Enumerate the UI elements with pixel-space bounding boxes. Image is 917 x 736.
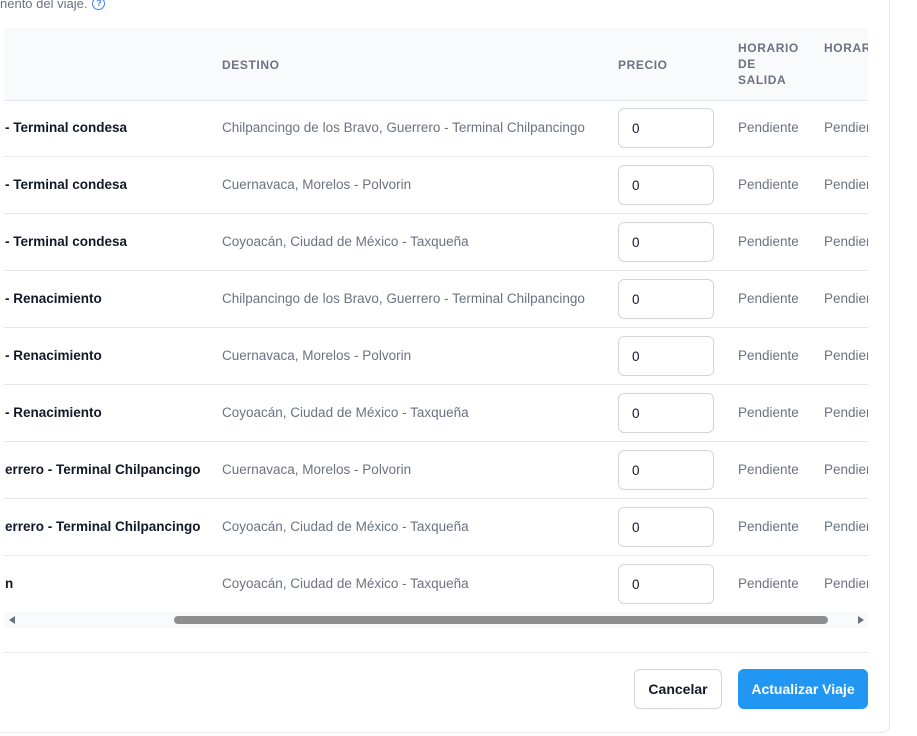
departure-time-cell: Pendiente — [738, 576, 799, 591]
table-row: - Terminal condesa Coyoacán, Ciudad de M… — [4, 214, 868, 271]
table-row: - Renacimiento Coyoacán, Ciudad de Méxic… — [4, 385, 868, 442]
origin-cell: - Renacimiento — [5, 291, 102, 306]
column-header-horario-llegada: HORARIO DE LLEGADA — [824, 41, 868, 55]
arrival-time-cell: Pendiente — [824, 519, 868, 534]
price-input[interactable] — [618, 165, 714, 205]
destination-cell: Coyoacán, Ciudad de México - Taxqueña — [222, 405, 469, 420]
price-input[interactable] — [618, 279, 714, 319]
arrival-time-cell: Pendiente — [824, 177, 868, 192]
table-row: - Terminal condesa Cuernavaca, Morelos -… — [4, 157, 868, 214]
column-header-precio: PRECIO — [618, 58, 668, 72]
origin-cell: - Terminal condesa — [5, 177, 128, 192]
price-input[interactable] — [618, 336, 714, 376]
origin-cell: - Terminal condesa — [5, 120, 128, 135]
origin-cell: - Renacimiento — [5, 348, 102, 363]
horizontal-scrollbar[interactable] — [4, 612, 868, 628]
price-input[interactable] — [618, 564, 714, 604]
arrival-time-cell: Pendiente — [824, 348, 868, 363]
hint-label: nento del viaje. — [0, 0, 88, 11]
table-row: - Renacimiento Chilpancingo de los Bravo… — [4, 271, 868, 328]
table-row: errero - Terminal Chilpancingo Cuernavac… — [4, 442, 868, 499]
scroll-right-arrow-icon[interactable] — [858, 616, 864, 624]
destination-cell: Chilpancingo de los Bravo, Guerrero - Te… — [222, 291, 585, 306]
routes-table: DESTINO PRECIO HORARIO DE SALIDA HORARIO… — [4, 28, 868, 612]
price-input[interactable] — [618, 507, 714, 547]
departure-time-cell: Pendiente — [738, 177, 799, 192]
origin-cell: errero - Terminal Chilpancingo — [5, 519, 201, 534]
footer-divider — [4, 652, 868, 653]
table-row: - Terminal condesa Chilpancingo de los B… — [4, 100, 868, 157]
column-header-destino: DESTINO — [222, 58, 280, 72]
departure-time-cell: Pendiente — [738, 405, 799, 420]
origin-cell: n — [5, 576, 14, 591]
price-input[interactable] — [618, 393, 714, 433]
origin-cell: errero - Terminal Chilpancingo — [5, 462, 201, 477]
departure-time-cell: Pendiente — [738, 348, 799, 363]
origin-cell: - Renacimiento — [5, 405, 102, 420]
arrival-time-cell: Pendiente — [824, 234, 868, 249]
destination-cell: Coyoacán, Ciudad de México - Taxqueña — [222, 519, 469, 534]
arrival-time-cell: Pendiente — [824, 291, 868, 306]
departure-time-cell: Pendiente — [738, 291, 799, 306]
destination-cell: Cuernavaca, Morelos - Polvorin — [222, 177, 412, 192]
cancel-button[interactable]: Cancelar — [634, 669, 722, 709]
table-row: n Coyoacán, Ciudad de México - Taxqueña … — [4, 556, 868, 612]
destination-cell: Chilpancingo de los Bravo, Guerrero - Te… — [222, 120, 585, 135]
price-input[interactable] — [618, 222, 714, 262]
question-circle-icon[interactable]: ? — [92, 0, 106, 10]
destination-cell: Coyoacán, Ciudad de México - Taxqueña — [222, 234, 469, 249]
departure-time-cell: Pendiente — [738, 462, 799, 477]
departure-time-cell: Pendiente — [738, 120, 799, 135]
destination-cell: Cuernavaca, Morelos - Polvorin — [222, 462, 412, 477]
hint-text: nento del viaje. ? — [0, 0, 106, 12]
column-header-horario-salida: HORARIO DE SALIDA — [738, 41, 799, 87]
arrival-time-cell: Pendiente — [824, 120, 868, 135]
price-input[interactable] — [618, 450, 714, 490]
arrival-time-cell: Pendiente — [824, 405, 868, 420]
price-input[interactable] — [618, 108, 714, 148]
table-row: - Renacimiento Cuernavaca, Morelos - Pol… — [4, 328, 868, 385]
table-row: errero - Terminal Chilpancingo Coyoacán,… — [4, 499, 868, 556]
scroll-left-arrow-icon[interactable] — [9, 616, 15, 624]
departure-time-cell: Pendiente — [738, 519, 799, 534]
destination-cell: Cuernavaca, Morelos - Polvorin — [222, 348, 412, 363]
departure-time-cell: Pendiente — [738, 234, 799, 249]
origin-cell: - Terminal condesa — [5, 234, 128, 249]
table-header: DESTINO PRECIO HORARIO DE SALIDA HORARIO… — [4, 28, 868, 101]
arrival-time-cell: Pendiente — [824, 576, 868, 591]
destination-cell: Coyoacán, Ciudad de México - Taxqueña — [222, 576, 469, 591]
arrival-time-cell: Pendiente — [824, 462, 868, 477]
update-trip-button[interactable]: Actualizar Viaje — [738, 669, 868, 709]
scrollbar-thumb[interactable] — [174, 616, 828, 624]
